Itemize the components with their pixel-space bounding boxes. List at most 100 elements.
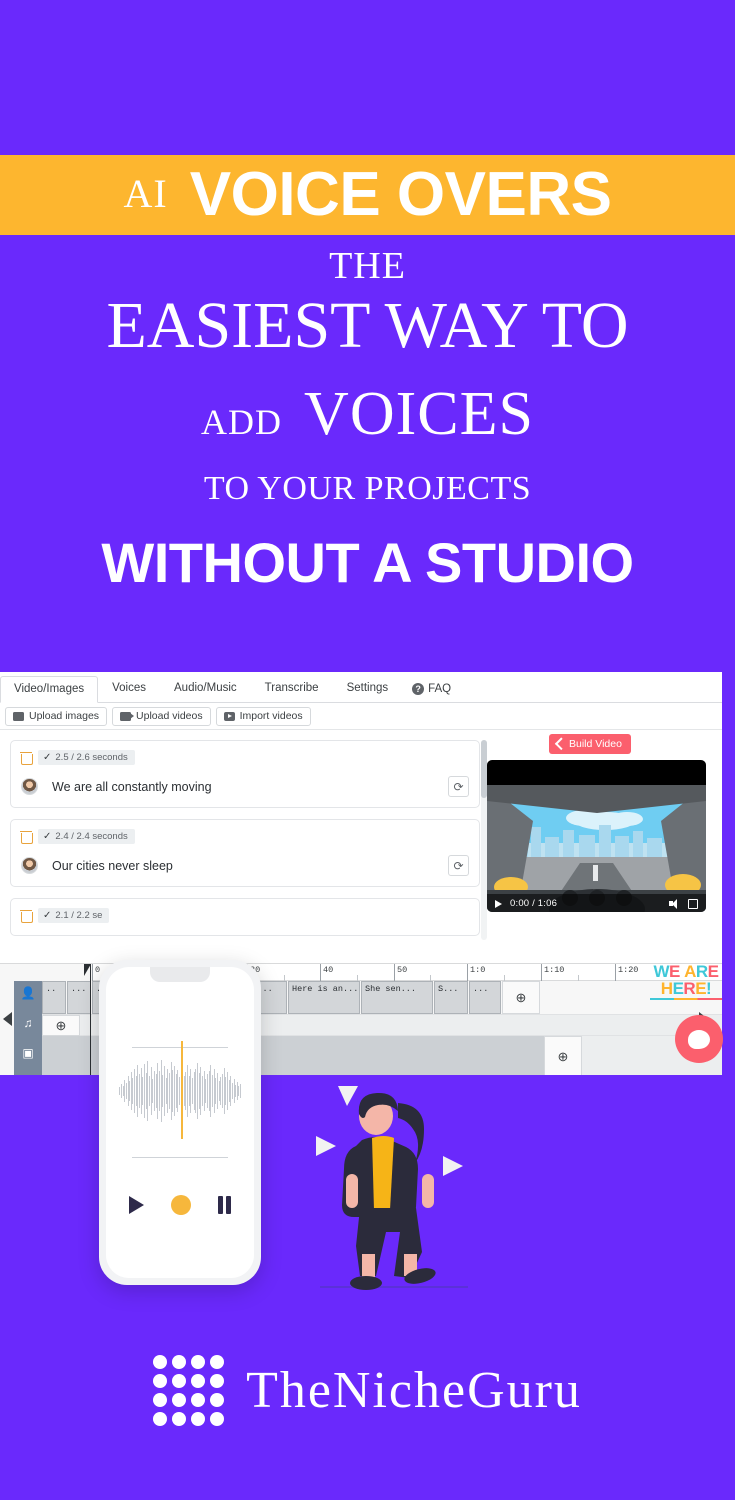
we-are-here-badge: WE ARE HERE! (647, 963, 725, 1000)
video-camera-icon (120, 711, 135, 721)
volume-icon[interactable] (669, 898, 680, 909)
trash-icon[interactable] (20, 909, 33, 923)
upload-videos-button[interactable]: Upload videos (112, 706, 211, 726)
table-row[interactable]: ✓ 2.4 / 2.4 seconds Our cities never sle… (10, 819, 480, 887)
check-icon: ✓ (43, 910, 52, 921)
list-item[interactable]: ... (469, 981, 501, 1014)
woman-standing-illustration (316, 1086, 468, 1290)
tab-faq[interactable]: ? FAQ (402, 677, 461, 702)
upload-videos-label: Upload videos (136, 710, 203, 722)
track-icon-rail: 👤 ♫ ▣ (14, 981, 42, 1075)
headline-line-studio: WITHOUT A STUDIO (101, 530, 634, 594)
chat-widget-button[interactable] (675, 1015, 723, 1063)
upload-images-button[interactable]: Upload images (5, 706, 108, 726)
media-image-icon[interactable]: ▣ (20, 1045, 37, 1060)
chat-bubble-icon (688, 1029, 710, 1049)
headline-word-add: ADD (201, 401, 283, 442)
headline-line-projects: TO YOUR PROJECTS (203, 469, 532, 507)
question-mark-icon: ? (412, 683, 425, 695)
audio-waveform (119, 1053, 241, 1128)
faq-label: FAQ (428, 683, 452, 695)
wrench-icon (554, 736, 568, 750)
video-time: 0:00 / 1:06 (510, 898, 558, 909)
tab-video-images[interactable]: Video/Images (0, 676, 99, 703)
ruler-tick: 1:0 (467, 964, 485, 981)
card-body: We are all constantly moving ⟳ (21, 776, 469, 797)
phone-transport-controls (106, 1195, 254, 1215)
ai-voice-overs-banner: AI VOICE OVERS (0, 155, 735, 235)
duration-label: 2.5 / 2.6 seconds (55, 752, 128, 763)
banner-prefix: AI (123, 170, 168, 216)
scroll-left-arrow[interactable] (3, 1012, 12, 1026)
upload-toolbar: Upload images Upload videos Import video… (0, 703, 722, 730)
list-item[interactable]: .. (42, 981, 66, 1014)
phone-notch (150, 967, 210, 982)
check-icon: ✓ (43, 831, 52, 842)
import-videos-button[interactable]: Import videos (215, 706, 311, 726)
headline-block: THE EASIEST WAY TO ADD VOICES TO YOUR PR… (0, 245, 735, 595)
list-item[interactable]: ... (67, 981, 91, 1014)
refresh-icon[interactable]: ⟳ (448, 855, 469, 876)
record-icon[interactable] (170, 1195, 191, 1215)
ruler-tick: 1:20 (615, 964, 638, 981)
add-music-clip-button[interactable]: ⊕ (42, 1015, 80, 1036)
person-icon[interactable]: 👤 (20, 985, 37, 1000)
video-player[interactable]: 0:00 / 1:06 (487, 760, 706, 912)
trash-icon[interactable] (20, 830, 33, 844)
video-controls[interactable]: 0:00 / 1:06 (487, 894, 706, 912)
character-illustration (310, 1078, 480, 1300)
table-row[interactable]: ✓ 2.1 / 2.2 se (10, 898, 480, 936)
phone-mockup (99, 960, 261, 1285)
playback-cursor[interactable] (181, 1041, 183, 1139)
badge-underline (650, 998, 722, 1000)
duration-label: 2.1 / 2.2 se (55, 910, 103, 921)
list-item[interactable]: Here is an... (288, 981, 360, 1014)
duration-badge: ✓ 2.5 / 2.6 seconds (38, 750, 135, 765)
build-video-button[interactable]: Build Video (549, 734, 631, 754)
trash-icon[interactable] (20, 751, 33, 765)
brand-name: TheNicheGuru (246, 1362, 582, 1419)
fullscreen-icon[interactable] (688, 898, 698, 909)
play-triangle-decor-icon (443, 1156, 463, 1176)
build-video-label: Build Video (569, 738, 622, 750)
list-item[interactable]: She sen... (361, 981, 433, 1014)
video-frame-image (487, 785, 706, 912)
card-body: Our cities never sleep ⟳ (21, 855, 469, 876)
headline-line-the: THE (329, 245, 406, 287)
app-tab-bar: Video/Images Voices Audio/Music Transcri… (0, 672, 722, 703)
tab-voices[interactable]: Voices (98, 675, 160, 702)
banner-title: VOICE OVERS (189, 160, 612, 229)
table-row[interactable]: ✓ 2.5 / 2.6 seconds We are all constantl… (10, 740, 480, 808)
add-media-clip-button[interactable]: ⊕ (544, 1036, 582, 1075)
ruler-minor-tick (578, 975, 581, 981)
play-icon[interactable] (495, 899, 502, 908)
triangle-decor-icon (338, 1086, 358, 1106)
play-icon[interactable] (128, 1196, 144, 1214)
upload-images-label: Upload images (29, 710, 100, 722)
headline-line-easiest: EASIEST WAY TO (106, 288, 629, 362)
avatar (21, 857, 38, 874)
card-header: ✓ 2.5 / 2.6 seconds (20, 750, 469, 765)
tab-transcribe[interactable]: Transcribe (251, 675, 333, 702)
duration-label: 2.4 / 2.4 seconds (55, 831, 128, 842)
ruler-tick: 50 (394, 964, 407, 981)
sentence-text[interactable]: We are all constantly moving (52, 780, 448, 794)
add-voice-clip-button[interactable]: ⊕ (502, 981, 540, 1014)
divider (132, 1157, 228, 1158)
ruler-minor-tick (504, 975, 507, 981)
ruler-tick: 1:10 (541, 964, 564, 981)
sentence-text[interactable]: Our cities never sleep (52, 859, 448, 873)
tab-audio-music[interactable]: Audio/Music (160, 675, 251, 702)
pause-icon[interactable] (217, 1196, 232, 1214)
headline-word-voices: VOICES (304, 379, 534, 448)
badge-line-2: HERE! (660, 979, 712, 998)
list-item[interactable]: S... (434, 981, 468, 1014)
image-icon (13, 711, 24, 721)
card-header: ✓ 2.1 / 2.2 se (20, 908, 469, 923)
refresh-icon[interactable]: ⟳ (448, 776, 469, 797)
duration-badge: ✓ 2.1 / 2.2 se (38, 908, 110, 923)
ruler-tick: 0 (92, 964, 100, 981)
playhead[interactable] (84, 964, 91, 1075)
tab-settings[interactable]: Settings (333, 675, 403, 702)
music-note-icon[interactable]: ♫ (20, 1015, 37, 1030)
